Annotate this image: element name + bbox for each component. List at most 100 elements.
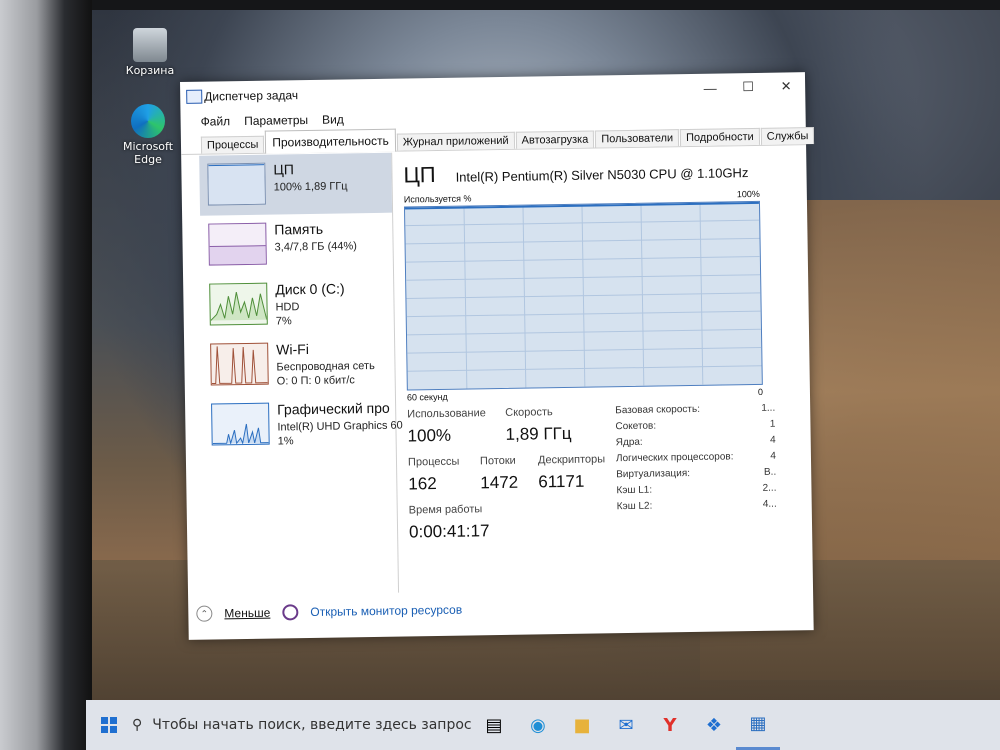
sidebar-item-title: Диск 0 (C:) xyxy=(275,280,345,298)
desktop-icon-label: Microsoft Edge xyxy=(122,140,174,166)
sidebar-item-gpu[interactable]: Графический про Intel(R) UHD Graphics 60… xyxy=(203,393,403,456)
open-resource-monitor-link[interactable]: Открыть монитор ресурсов xyxy=(310,603,462,619)
usage-value: 100% xyxy=(407,425,452,446)
sidebar-item-memory[interactable]: Память 3,4/7,8 ГБ (44%) xyxy=(200,213,393,276)
spec-value: 2... xyxy=(762,482,777,494)
graph-time-label: 60 секунд xyxy=(406,391,448,403)
sidebar-item-detail: 100% 1,89 ГГц xyxy=(273,180,348,194)
sidebar-item-disk[interactable]: Диск 0 (C:) HDD 7% xyxy=(201,273,394,336)
cpu-title: ЦП xyxy=(403,161,436,188)
handles-value: 61171 xyxy=(538,471,585,492)
usage-label: Использование xyxy=(407,407,486,421)
edge-icon xyxy=(131,104,165,138)
tab-processes[interactable]: Процессы xyxy=(200,135,265,154)
windows-logo-icon xyxy=(101,717,117,733)
spec-label: Кэш L2: xyxy=(616,500,653,513)
footer-bar: ⌃ Меньше Открыть монитор ресурсов xyxy=(196,602,462,622)
sidebar-item-detail-2: О: 0 П: 0 кбит/с xyxy=(276,374,355,388)
chevron-up-icon[interactable]: ⌃ xyxy=(196,605,213,622)
edge-taskbar-icon[interactable]: ◉ xyxy=(516,700,560,750)
search-placeholder: Чтобы начать поиск, введите здесь запрос xyxy=(152,717,472,733)
performance-sidebar: ЦП 100% 1,89 ГГц Память 3,4/7,8 ГБ (44%)… xyxy=(199,152,403,596)
spec-label: Виртуализация: xyxy=(616,468,691,481)
tab-services[interactable]: Службы xyxy=(760,127,815,145)
speed-label: Скорость xyxy=(505,406,553,419)
cpu-thumbnail-graph xyxy=(207,162,266,206)
wifi-thumbnail-graph xyxy=(210,342,269,386)
close-button[interactable]: ✕ xyxy=(767,72,805,101)
processes-label: Процессы xyxy=(407,455,460,469)
sidebar-item-title: ЦП xyxy=(273,161,294,178)
tab-performance[interactable]: Производительность xyxy=(265,128,396,154)
task-view-icon[interactable]: ▤ xyxy=(472,700,516,750)
handles-label: Дескрипторы xyxy=(537,453,606,467)
window-title: Диспетчер задач xyxy=(204,88,299,104)
sidebar-item-title: Память xyxy=(274,220,324,238)
sidebar-item-title: Wi-Fi xyxy=(276,341,309,358)
uptime-label: Время работы xyxy=(408,503,483,517)
minimize-button[interactable]: — xyxy=(691,73,729,102)
spec-value: 4... xyxy=(762,498,777,510)
desktop-icon-edge[interactable]: Microsoft Edge xyxy=(108,104,188,166)
cpu-usage-graph xyxy=(403,200,763,391)
spec-label: Кэш L1: xyxy=(616,484,653,497)
menu-view[interactable]: Вид xyxy=(322,112,344,126)
spec-value: 4 xyxy=(770,450,777,462)
search-icon: ⚲ xyxy=(132,717,143,733)
spec-value: 4 xyxy=(770,434,776,446)
tab-app-history[interactable]: Журнал приложений xyxy=(396,131,515,151)
speed-value: 1,89 ГГц xyxy=(505,423,572,444)
threads-value: 1472 xyxy=(480,472,519,493)
yandex-browser-icon[interactable]: Y xyxy=(648,700,692,750)
mail-icon[interactable]: ✉ xyxy=(604,700,648,750)
recycle-bin-icon xyxy=(133,28,167,62)
processes-value: 162 xyxy=(408,474,437,494)
graph-max-label: 100% xyxy=(736,188,760,200)
desktop-icon-recycle-bin[interactable]: Корзина xyxy=(110,28,190,77)
memory-thumbnail-graph xyxy=(208,222,267,266)
graph-y-label: Используется % xyxy=(403,193,472,205)
task-manager-taskbar-icon[interactable]: ▦ xyxy=(736,700,780,750)
menu-file[interactable]: Файл xyxy=(201,114,231,128)
cpu-usage-area xyxy=(405,202,762,390)
uptime-value: 0:00:41:17 xyxy=(408,521,490,542)
cpu-graph-canvas xyxy=(404,201,762,390)
sidebar-item-detail: Беспроводная сеть xyxy=(276,359,375,374)
maximize-button[interactable]: ☐ xyxy=(729,73,767,102)
sidebar-item-cpu[interactable]: ЦП 100% 1,89 ГГц xyxy=(199,152,393,216)
cpu-model: Intel(R) Pentium(R) Silver N5030 CPU @ 1… xyxy=(455,165,749,185)
sidebar-item-title: Графический про xyxy=(277,399,390,418)
file-explorer-icon[interactable]: ■ xyxy=(560,700,604,750)
tab-users[interactable]: Пользователи xyxy=(595,129,680,148)
spec-label: Базовая скорость: xyxy=(615,403,701,417)
menu-options[interactable]: Параметры xyxy=(244,113,308,128)
sidebar-item-detail-2: 1% xyxy=(277,435,294,448)
fewer-details-button[interactable]: Меньше xyxy=(224,606,270,621)
sidebar-item-wifi[interactable]: Wi-Fi Беспроводная сеть О: 0 П: 0 кбит/с xyxy=(202,333,395,396)
spec-label: Ядра: xyxy=(615,436,643,449)
disk-thumbnail-graph xyxy=(209,282,268,326)
spec-value: 1... xyxy=(761,402,776,414)
spec-value: В.. xyxy=(763,466,777,478)
resource-monitor-icon xyxy=(282,604,299,621)
tab-startup[interactable]: Автозагрузка xyxy=(515,130,595,149)
sidebar-item-detail: Intel(R) UHD Graphics 60 xyxy=(277,419,403,434)
sidebar-item-detail: 3,4/7,8 ГБ (44%) xyxy=(274,240,357,254)
sidebar-item-detail: HDD xyxy=(275,301,300,314)
threads-label: Потоки xyxy=(479,454,516,468)
taskbar-search-box[interactable]: ⚲ Чтобы начать поиск, введите здесь запр… xyxy=(132,700,472,750)
tab-details[interactable]: Подробности xyxy=(679,127,760,147)
screen-bezel-left xyxy=(0,0,92,750)
dropbox-icon[interactable]: ❖ xyxy=(692,700,736,750)
spec-value: 1 xyxy=(769,418,776,430)
graph-min-label: 0 xyxy=(757,386,764,397)
spec-label: Логических процессоров: xyxy=(615,451,734,465)
cpu-detail-panel: ЦП Intel(R) Pentium(R) Silver N5030 CPU … xyxy=(403,157,790,603)
task-manager-window: Диспетчер задач — ☐ ✕ Файл Параметры Вид… xyxy=(180,72,815,640)
sidebar-item-detail-2: 7% xyxy=(275,315,292,328)
desktop-icon-label: Корзина xyxy=(125,64,175,77)
start-button[interactable] xyxy=(86,700,132,750)
taskbar: ⚲ Чтобы начать поиск, введите здесь запр… xyxy=(86,700,1000,750)
gpu-thumbnail-graph xyxy=(211,402,270,446)
spec-row: Кэш L2: 4... xyxy=(617,499,777,518)
